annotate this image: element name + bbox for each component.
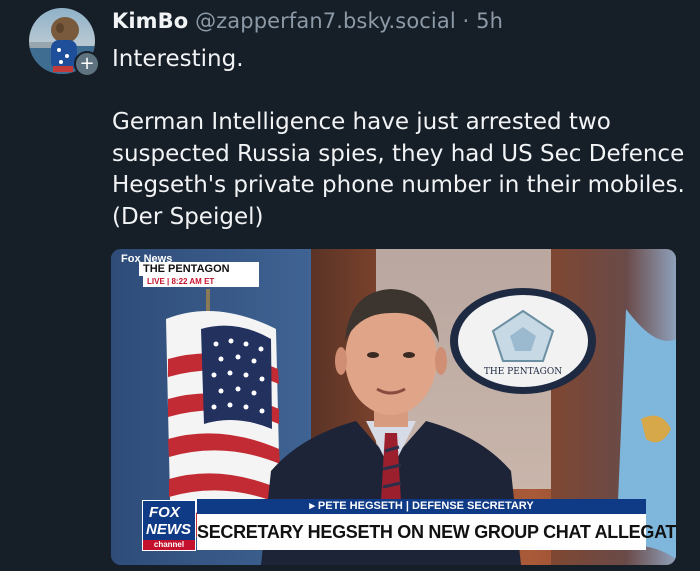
lower-third-headline: SECRETARY HEGSETH ON NEW GROUP CHAT ALLE… <box>197 514 676 550</box>
plus-icon: + <box>79 53 95 74</box>
display-name[interactable]: KimBo <box>112 9 188 33</box>
lower-third-name: ▸ PETE HEGSETH | DEFENSE SECRETARY <box>197 499 646 514</box>
post-header: KimBo @zapperfan7.bsky.social · 5h <box>112 9 503 33</box>
follow-button[interactable]: + <box>74 51 100 77</box>
channel-logo-text: channel <box>143 540 195 550</box>
live-indicator: LIVE | 8:22 AM ET <box>143 276 259 287</box>
embedded-image[interactable]: THE PENTAGON Fox News THE PENTAGON LIVE … <box>111 249 676 565</box>
separator: · <box>462 9 470 33</box>
fox-logo-text: FOX <box>149 504 180 521</box>
fox-news-logo: FOX NEWS channel <box>142 500 196 551</box>
news-logo-text: NEWS <box>146 521 191 538</box>
post-body: Interesting. German Intelligence have ju… <box>112 44 697 233</box>
post-text-paragraph: German Intelligence have just arrested t… <box>112 109 685 230</box>
location-title: THE PENTAGON <box>139 262 259 276</box>
handle[interactable]: @zapperfan7.bsky.social <box>195 9 456 33</box>
location-bug: THE PENTAGON LIVE | 8:22 AM ET <box>139 262 259 288</box>
post-text-line: Interesting. <box>112 46 244 72</box>
post-time[interactable]: 5h <box>476 9 503 33</box>
